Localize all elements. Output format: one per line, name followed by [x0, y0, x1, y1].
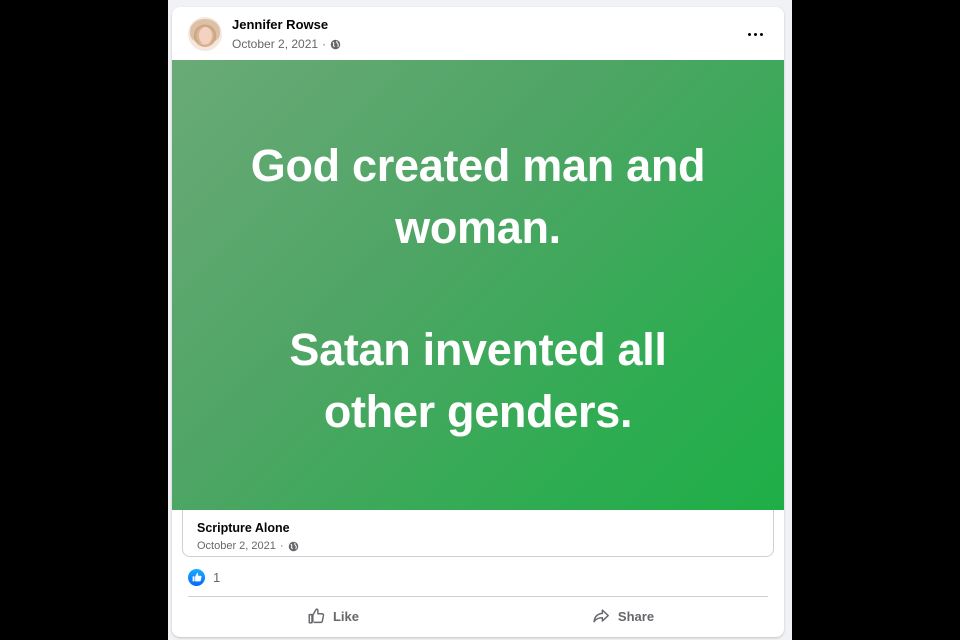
- shared-source-title[interactable]: Scripture Alone: [197, 521, 290, 535]
- shared-source-meta: October 2, 2021 ·: [197, 540, 299, 552]
- post-meta: October 2, 2021 ·: [232, 37, 341, 51]
- meta-separator: ·: [322, 37, 327, 51]
- image-line-3: Satan invented all: [289, 324, 667, 375]
- reaction-count: 1: [213, 569, 221, 585]
- author-name[interactable]: Jennifer Rowse: [232, 17, 328, 32]
- post-card: Jennifer Rowse October 2, 2021 · God cre…: [172, 7, 784, 637]
- reactions-summary[interactable]: 1: [188, 567, 220, 587]
- shared-source-date[interactable]: October 2, 2021: [197, 540, 276, 552]
- thumbs-up-icon: [308, 608, 325, 624]
- globe-icon: [288, 541, 298, 551]
- post-header: Jennifer Rowse October 2, 2021 ·: [172, 7, 784, 60]
- actions-divider: [188, 596, 768, 597]
- globe-icon: [330, 39, 341, 49]
- author-avatar[interactable]: [188, 17, 222, 51]
- share-button[interactable]: Share: [478, 600, 768, 632]
- shared-meta-separator: ·: [279, 540, 284, 552]
- like-button[interactable]: Like: [188, 600, 478, 632]
- image-line-4: other genders.: [323, 386, 633, 437]
- like-reaction-icon: [188, 568, 205, 586]
- like-label: Like: [332, 608, 359, 624]
- post-image[interactable]: God created man and woman. Satan invente…: [172, 60, 784, 510]
- image-text: God created man and woman. Satan invente…: [212, 135, 744, 443]
- post-actions: Like Share: [188, 600, 768, 632]
- share-arrow-icon: [593, 609, 609, 623]
- image-line-2: woman.: [395, 202, 561, 253]
- shared-source-box[interactable]: Scripture Alone October 2, 2021 ·: [182, 510, 774, 557]
- post-date[interactable]: October 2, 2021: [232, 37, 318, 51]
- news-feed: Jennifer Rowse October 2, 2021 · God cre…: [168, 0, 792, 640]
- share-label: Share: [617, 608, 655, 624]
- image-line-1: God created man and: [250, 140, 706, 191]
- avatar-face: [199, 27, 212, 44]
- more-options-icon[interactable]: [742, 25, 768, 43]
